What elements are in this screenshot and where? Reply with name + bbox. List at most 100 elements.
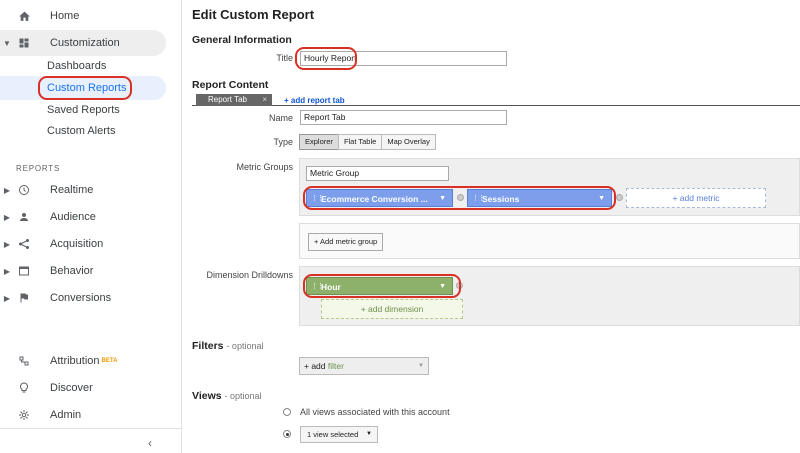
attribution-icon (16, 353, 32, 369)
collapse-sidebar-icon[interactable]: ‹ (148, 436, 152, 450)
caret-down-icon: ▼ (3, 38, 11, 48)
close-icon[interactable]: × (262, 94, 267, 106)
dropdown-arrow-icon[interactable]: ▼ (439, 190, 446, 208)
remove-dot-icon[interactable] (456, 282, 463, 289)
dropdown-arrow-icon: ▼ (418, 363, 424, 369)
name-label: Name (268, 113, 293, 123)
add-filter-keyword: filter (327, 361, 344, 371)
add-metric-button[interactable]: + add metric (626, 188, 766, 208)
add-dimension-button[interactable]: + add dimension (321, 299, 463, 319)
dimension-drilldowns-label: Dimension Drilldowns (206, 270, 293, 280)
dimension-panel: ⋮⋮ Hour ▼ + add dimension (299, 266, 800, 326)
dashboard-grid-icon (16, 35, 32, 51)
beta-badge: BETA (101, 358, 118, 364)
flag-icon (16, 290, 32, 306)
views-selected-radio[interactable] (283, 430, 291, 438)
type-explorer-button[interactable]: Explorer (299, 134, 339, 150)
tab-label: Report Tab (208, 95, 247, 104)
gear-icon (16, 407, 32, 423)
remove-dot-icon[interactable] (457, 194, 464, 201)
caret-right-icon: ▶ (3, 266, 11, 276)
type-map-overlay-button[interactable]: Map Overlay (381, 134, 436, 150)
sidebar-divider (0, 428, 182, 429)
person-icon (16, 209, 32, 225)
sidebar-item-label: Audience (50, 211, 96, 223)
metric-label: Sessions (482, 194, 520, 204)
acquisition-icon (16, 236, 32, 252)
add-filter-prefix: + add (304, 361, 326, 371)
views-all-radio[interactable] (283, 408, 291, 416)
sidebar-item-label: Realtime (50, 184, 94, 196)
sidebar-subitem-dashboards[interactable]: Dashboards (47, 56, 106, 76)
sidebar-subitem-custom-reports[interactable]: Custom Reports (47, 78, 126, 98)
type-flat-table-button[interactable]: Flat Table (337, 134, 383, 150)
sidebar-item-discover[interactable]: Discover (0, 375, 166, 401)
dropdown-arrow-icon[interactable]: ▼ (439, 278, 446, 296)
filters-heading: Filters - optional (192, 340, 263, 352)
sidebar-item-conversions[interactable]: ▶ Conversions (0, 285, 166, 311)
metric-group-name-input[interactable]: Metric Group (306, 166, 449, 181)
tab-bar-line (192, 105, 800, 106)
sidebar-item-customization[interactable]: ▼ Customization (0, 30, 166, 56)
drag-handle-icon[interactable]: ⋮⋮ (311, 190, 324, 208)
sidebar-item-label: Customization (50, 37, 120, 49)
sidebar-item-label: Conversions (50, 292, 112, 304)
metric-pill-ecommerce[interactable]: ⋮⋮ Ecommerce Conversion ... ▼ (306, 189, 453, 207)
remove-dot-icon[interactable] (616, 194, 623, 201)
views-all-label: All views associated with this account (300, 407, 450, 417)
views-heading: Views - optional (192, 390, 262, 402)
sidebar-item-label: Home (50, 10, 80, 22)
page-title: Edit Custom Report (192, 7, 315, 22)
add-metric-group-button[interactable]: + Add metric group (308, 233, 384, 251)
main-content: Edit Custom Report General Information T… (183, 0, 800, 453)
type-label: Type (273, 137, 293, 147)
sidebar-item-label: Discover (50, 382, 93, 394)
add-metric-group-panel: + Add metric group (299, 223, 800, 259)
metric-label: Ecommerce Conversion ... (321, 194, 428, 204)
caret-right-icon: ▶ (3, 239, 11, 249)
general-info-heading: General Information (192, 34, 292, 46)
title-input[interactable]: Hourly Report (300, 51, 507, 66)
add-filter-button[interactable]: + add filter ▼ (299, 357, 429, 375)
sidebar-item-realtime[interactable]: ▶ Realtime (0, 177, 166, 203)
sidebar-item-label: Acquisition (50, 238, 104, 250)
clock-icon (16, 182, 32, 198)
title-label: Title (276, 53, 293, 63)
behavior-icon (16, 263, 32, 279)
metric-groups-label: Metric Groups (236, 162, 293, 172)
home-icon (16, 8, 32, 24)
sidebar-item-attribution[interactable]: Attribution BETA (0, 348, 166, 374)
sidebar-item-admin[interactable]: Admin (0, 402, 166, 428)
dropdown-arrow-icon[interactable]: ▼ (598, 190, 605, 208)
sidebar-item-label: Behavior (50, 265, 94, 277)
dimension-pill-hour[interactable]: ⋮⋮ Hour ▼ (306, 277, 453, 295)
name-input[interactable]: Report Tab (300, 110, 507, 125)
sidebar-item-audience[interactable]: ▶ Audience (0, 204, 166, 230)
type-selector: Explorer Flat Table Map Overlay (299, 134, 436, 150)
sidebar-item-acquisition[interactable]: ▶ Acquisition (0, 231, 166, 257)
lightbulb-icon (16, 380, 32, 396)
sidebar-item-home[interactable]: Home (0, 3, 166, 29)
optional-note: - optional (226, 341, 264, 351)
sidebar-item-behavior[interactable]: ▶ Behavior (0, 258, 166, 284)
drag-handle-icon[interactable]: ⋮⋮ (311, 278, 324, 296)
caret-right-icon: ▶ (3, 293, 11, 303)
metric-pill-sessions[interactable]: ⋮⋮ Sessions ▼ (467, 189, 612, 207)
sidebar-item-label: Admin (50, 409, 82, 421)
views-select-dropdown[interactable]: 1 view selected ▼ (300, 426, 378, 443)
sidebar-item-label: Attribution (50, 355, 100, 367)
optional-note: - optional (224, 391, 262, 401)
tab-report[interactable]: Report Tab × (196, 94, 272, 106)
views-selected-label: 1 view selected (307, 430, 359, 439)
views-title: Views (192, 390, 222, 402)
report-content-heading: Report Content (192, 79, 269, 91)
caret-right-icon: ▶ (3, 212, 11, 222)
sidebar-subitem-custom-alerts[interactable]: Custom Alerts (47, 121, 115, 141)
dimension-label: Hour (321, 282, 341, 292)
sidebar-subitem-saved-reports[interactable]: Saved Reports (47, 100, 120, 120)
drag-handle-icon[interactable]: ⋮⋮ (472, 190, 485, 208)
sidebar: Home ▼ Customization Dashboards Custom R… (0, 0, 182, 453)
metric-group-panel: Metric Group ⋮⋮ Ecommerce Conversion ...… (299, 158, 800, 216)
reports-section-label: REPORTS (16, 164, 61, 173)
add-report-tab-link[interactable]: + add report tab (284, 96, 345, 105)
